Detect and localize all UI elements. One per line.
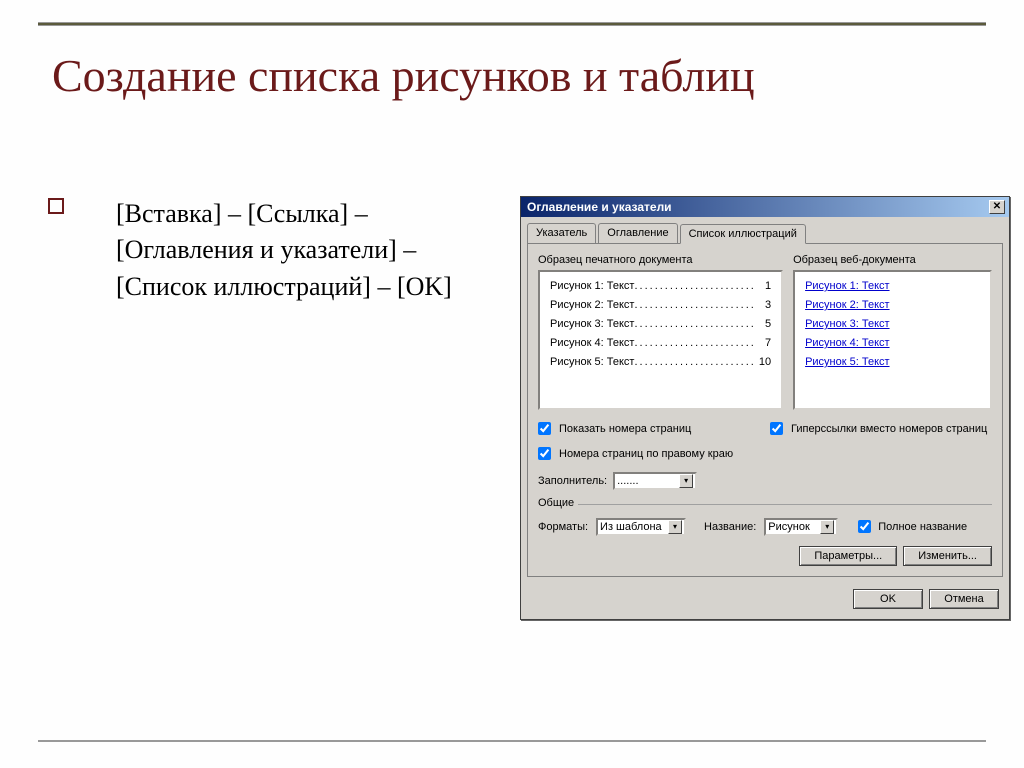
general-group: Общие Форматы: Из шаблона ▾ Название: Ри… <box>538 504 992 536</box>
toc-text: Рисунок 1: Текст <box>550 280 634 292</box>
web-preview-col: Образец веб-документа Рисунок 1: Текст Р… <box>793 254 992 410</box>
web-preview-box: Рисунок 1: Текст Рисунок 2: Текст Рисуно… <box>793 270 992 410</box>
toc-text: Рисунок 3: Текст <box>550 318 634 330</box>
toc-line: Рисунок 3: Текст .......................… <box>550 318 771 330</box>
slide-body-text: [Вставка] – [Ссылка] – [Оглавления и ука… <box>116 196 496 305</box>
cancel-button[interactable]: Отмена <box>929 589 999 609</box>
toc-page: 3 <box>762 299 771 311</box>
tab-toc[interactable]: Оглавление <box>598 223 677 243</box>
toc-dots: ........................ <box>634 280 761 292</box>
toc-text: Рисунок 5: Текст <box>550 356 634 368</box>
full-caption-label: Полное название <box>878 521 967 533</box>
show-pages-label: Показать номера страниц <box>559 423 691 435</box>
leader-value: ....... <box>617 475 638 487</box>
toc-dots: ........................ <box>634 299 761 311</box>
web-preview-label: Образец веб-документа <box>793 254 992 266</box>
formats-value: Из шаблона <box>600 521 662 533</box>
chevron-down-icon[interactable]: ▾ <box>820 520 834 534</box>
formats-label: Форматы: <box>538 521 588 533</box>
leader-label: Заполнитель: <box>538 475 607 487</box>
caption-value: Рисунок <box>768 521 810 533</box>
full-caption-checkbox[interactable] <box>858 520 871 533</box>
toc-dots: ........................ <box>634 337 761 349</box>
right-align-label: Номера страниц по правому краю <box>559 448 733 460</box>
print-preview-box: Рисунок 1: Текст .......................… <box>538 270 783 410</box>
dialog-buttons: OK Отмена <box>521 583 1009 619</box>
dialog-title: Оглавление и указатели <box>527 200 672 214</box>
tab-figures[interactable]: Список иллюстраций <box>680 224 806 244</box>
toc-page: 5 <box>762 318 771 330</box>
toc-text: Рисунок 2: Текст <box>550 299 634 311</box>
leader-combo[interactable]: ....... ▾ <box>613 472 697 490</box>
web-link: Рисунок 2: Текст <box>805 299 980 311</box>
right-align-checkbox[interactable] <box>538 447 551 460</box>
toc-line: Рисунок 1: Текст .......................… <box>550 280 771 292</box>
hyperlinks-label: Гиперссылки вместо номеров страниц <box>791 423 987 435</box>
caption-combo[interactable]: Рисунок ▾ <box>764 518 838 536</box>
web-link: Рисунок 5: Текст <box>805 356 980 368</box>
options-row: Показать номера страниц Номера страниц п… <box>538 410 992 490</box>
param-button-row: Параметры... Изменить... <box>538 546 992 566</box>
full-caption-check[interactable]: Полное название <box>854 517 967 536</box>
formats-combo[interactable]: Из шаблона ▾ <box>596 518 686 536</box>
dialog-tabs: Указатель Оглавление Список иллюстраций <box>521 217 1009 243</box>
show-pages-checkbox[interactable] <box>538 422 551 435</box>
tab-index[interactable]: Указатель <box>527 223 596 243</box>
close-icon[interactable]: ✕ <box>989 200 1005 214</box>
toc-line: Рисунок 4: Текст .......................… <box>550 337 771 349</box>
toc-page: 1 <box>762 280 771 292</box>
general-group-label: Общие <box>538 497 578 509</box>
params-button[interactable]: Параметры... <box>799 546 897 566</box>
leader-row: Заполнитель: ....... ▾ <box>538 472 760 490</box>
bullet-square <box>48 198 64 214</box>
hyperlinks-check[interactable]: Гиперссылки вместо номеров страниц <box>770 422 992 435</box>
preview-row: Образец печатного документа Рисунок 1: Т… <box>538 254 992 410</box>
chevron-down-icon[interactable]: ▾ <box>668 520 682 534</box>
toc-page: 7 <box>762 337 771 349</box>
ok-button[interactable]: OK <box>853 589 923 609</box>
toc-dialog: Оглавление и указатели ✕ Указатель Оглав… <box>520 196 1010 620</box>
caption-label: Название: <box>704 521 756 533</box>
toc-dots: ........................ <box>634 318 761 330</box>
hyperlinks-checkbox[interactable] <box>770 422 783 435</box>
print-preview-label: Образец печатного документа <box>538 254 783 266</box>
dialog-titlebar: Оглавление и указатели ✕ <box>521 197 1009 217</box>
show-pages-check[interactable]: Показать номера страниц <box>538 422 760 435</box>
chevron-down-icon[interactable]: ▾ <box>679 474 693 488</box>
web-link: Рисунок 1: Текст <box>805 280 980 292</box>
toc-dots: ........................ <box>634 356 755 368</box>
print-preview-col: Образец печатного документа Рисунок 1: Т… <box>538 254 783 410</box>
right-align-check[interactable]: Номера страниц по правому краю <box>538 447 760 460</box>
toc-text: Рисунок 4: Текст <box>550 337 634 349</box>
toc-line: Рисунок 5: Текст .......................… <box>550 356 771 368</box>
tab-body: Образец печатного документа Рисунок 1: Т… <box>527 243 1003 577</box>
bottom-rule <box>38 740 986 742</box>
toc-page: 10 <box>756 356 771 368</box>
modify-button[interactable]: Изменить... <box>903 546 992 566</box>
web-link: Рисунок 4: Текст <box>805 337 980 349</box>
toc-line: Рисунок 2: Текст .......................… <box>550 299 771 311</box>
web-link: Рисунок 3: Текст <box>805 318 980 330</box>
top-rule <box>38 22 986 26</box>
slide-title: Создание списка рисунков и таблиц <box>52 48 755 103</box>
